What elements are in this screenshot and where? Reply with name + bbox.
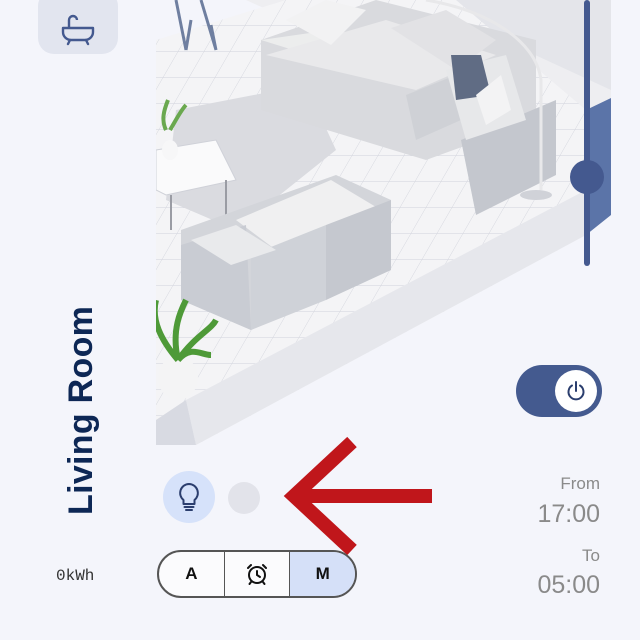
energy-readout: 0kWh: [56, 567, 95, 585]
mode-manual-label: M: [315, 564, 330, 583]
mode-timer-button[interactable]: [225, 552, 291, 596]
brightness-slider-handle[interactable]: [570, 160, 604, 194]
power-toggle[interactable]: [516, 365, 602, 417]
mode-selector: A M: [157, 550, 357, 598]
brightness-slider-track[interactable]: [584, 0, 590, 266]
schedule-from-time[interactable]: 17:00: [537, 500, 600, 529]
schedule-from-label: From: [560, 474, 600, 493]
power-toggle-knob: [555, 370, 597, 412]
bathtub-icon: [61, 14, 95, 46]
schedule-to-label: To: [582, 546, 600, 565]
alarm-clock-icon: [247, 564, 267, 585]
lightbulb-icon: [179, 483, 199, 511]
mode-manual-button[interactable]: M: [290, 552, 355, 596]
room-title: Living Room: [62, 305, 100, 515]
schedule-to-time[interactable]: 05:00: [537, 571, 600, 600]
mode-auto-label: A: [185, 564, 198, 583]
secondary-device-button[interactable]: [228, 482, 260, 514]
power-icon: [567, 381, 585, 401]
red-arrow-annotation: [283, 436, 432, 556]
bathroom-button[interactable]: [38, 0, 118, 54]
light-button[interactable]: [163, 471, 215, 523]
mode-auto-button[interactable]: A: [159, 552, 225, 596]
